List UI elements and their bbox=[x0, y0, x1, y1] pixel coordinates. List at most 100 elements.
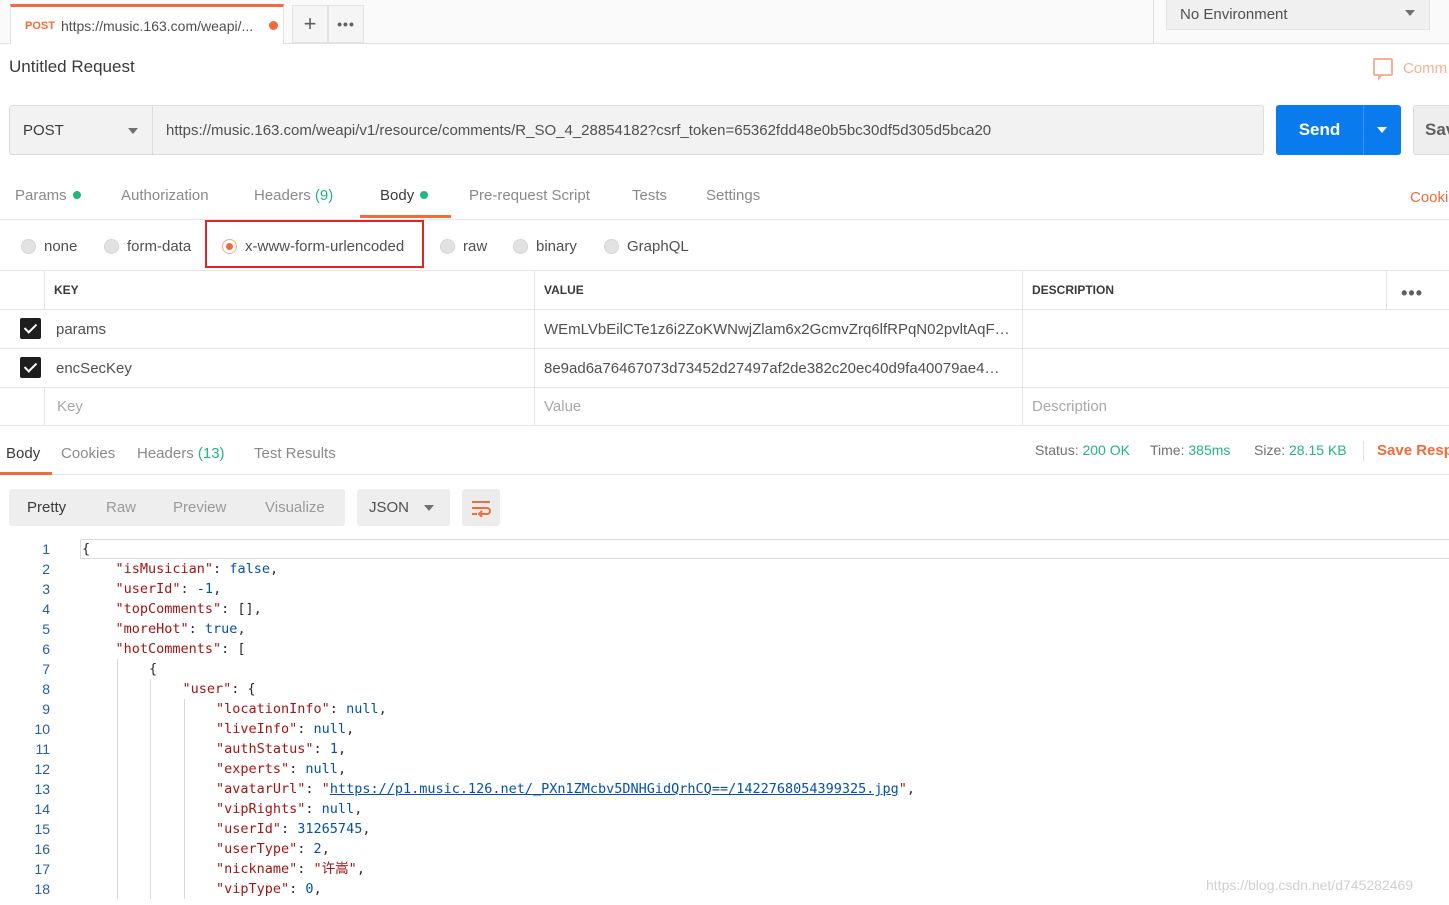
method-select[interactable]: POST bbox=[9, 105, 153, 155]
code-token: "topComments" bbox=[115, 601, 222, 617]
tab-label: Pre-request Script bbox=[469, 187, 590, 204]
indent-guide bbox=[150, 819, 151, 839]
response-code-viewer[interactable]: 1{2 "isMusician": false, 3 "userId": -1, 4 "t… bbox=[0, 539, 1449, 905]
view-preview-button[interactable]: Preview bbox=[173, 499, 226, 516]
view-visualize-button[interactable]: Visualize bbox=[265, 499, 325, 516]
indent-guide bbox=[183, 779, 185, 799]
radio-icon bbox=[104, 239, 119, 254]
new-key-input[interactable]: Key bbox=[44, 388, 534, 425]
row-description[interactable] bbox=[1022, 349, 1449, 387]
save-button[interactable]: Save bbox=[1413, 105, 1449, 155]
tab-settings[interactable]: Settings bbox=[706, 187, 760, 204]
new-description-input[interactable]: Description bbox=[1022, 388, 1449, 425]
line-number: 17 bbox=[34, 861, 50, 877]
line-number: 2 bbox=[42, 561, 50, 577]
code-line: 1{ bbox=[0, 539, 1449, 559]
row-checkbox[interactable] bbox=[20, 357, 41, 378]
resp-tab-test-results[interactable]: Test Results bbox=[254, 445, 336, 462]
table-options-button[interactable]: ••• bbox=[1386, 271, 1449, 309]
active-tab-indicator bbox=[0, 472, 52, 475]
code-token: "locationInfo" bbox=[216, 701, 330, 717]
code-line: 16 "userType": 2, bbox=[0, 839, 1449, 859]
comment-icon[interactable] bbox=[1373, 58, 1393, 81]
line-number: 4 bbox=[42, 601, 50, 617]
view-raw-button[interactable]: Raw bbox=[106, 499, 136, 516]
code-line: 12 "experts": null, bbox=[0, 759, 1449, 779]
resp-tab-cookies[interactable]: Cookies bbox=[61, 445, 115, 462]
body-type-binary[interactable]: binary bbox=[513, 238, 577, 255]
code-token: 0 bbox=[305, 881, 314, 897]
line-text: "hotComments": [ bbox=[116, 639, 246, 659]
body-type-raw[interactable]: raw bbox=[440, 238, 487, 255]
row-key[interactable]: encSecKey bbox=[44, 349, 534, 387]
response-time[interactable]: Time: 385ms bbox=[1150, 442, 1230, 458]
indent-guide bbox=[183, 879, 185, 899]
tab-tests[interactable]: Tests bbox=[632, 187, 667, 204]
active-dot-icon bbox=[420, 191, 429, 199]
send-button[interactable]: Send bbox=[1276, 105, 1363, 155]
url-text: https://music.163.com/weapi/v1/resource/… bbox=[166, 121, 992, 139]
cookies-link[interactable]: Cookies bbox=[1410, 189, 1449, 206]
row-value[interactable]: WEmLVbEilCTe1z6i2ZoKWNwjZlam6x2GcmvZrq6l… bbox=[534, 310, 1022, 348]
resp-tab-headers[interactable]: Headers (13) bbox=[137, 445, 225, 462]
code-line: 13 "avatarUrl": "https://p1.music.126.net… bbox=[0, 779, 1449, 799]
line-number: 12 bbox=[34, 761, 50, 777]
radio-label: form-data bbox=[127, 238, 192, 255]
environment-label: No Environment bbox=[1180, 6, 1288, 23]
row-value[interactable]: 8e9ad6a76467073d73452d27497af2de382c20ec… bbox=[534, 349, 1022, 387]
format-select[interactable]: JSON bbox=[357, 489, 450, 526]
url-input[interactable]: https://music.163.com/weapi/v1/resource/… bbox=[152, 105, 1264, 155]
tab-label: Headers bbox=[137, 445, 194, 462]
comments-button[interactable]: Comm bbox=[1403, 60, 1447, 77]
code-token: : bbox=[289, 881, 306, 897]
radio-label: raw bbox=[463, 238, 488, 255]
tab-authorization[interactable]: Authorization bbox=[121, 187, 209, 204]
indent-guide bbox=[116, 879, 118, 899]
row-checkbox[interactable] bbox=[20, 318, 41, 339]
line-number: 3 bbox=[42, 581, 50, 597]
code-token: { bbox=[82, 541, 91, 557]
tab-pre-request-script[interactable]: Pre-request Script bbox=[469, 187, 590, 204]
row-description[interactable] bbox=[1022, 310, 1449, 348]
tab-label: Tests bbox=[632, 187, 668, 204]
response-status[interactable]: Status: 200 OK bbox=[1035, 442, 1130, 458]
body-type-none[interactable]: none bbox=[21, 238, 77, 255]
tab-options-button[interactable]: ••• bbox=[328, 5, 364, 43]
table-row-new: Key Value Description bbox=[0, 388, 1449, 426]
indent-guide bbox=[116, 759, 118, 779]
save-response-button[interactable]: Save Resp bbox=[1377, 442, 1449, 459]
line-number: 15 bbox=[34, 821, 50, 837]
code-token: , bbox=[337, 761, 347, 777]
environment-select[interactable]: No Environment bbox=[1166, 0, 1430, 30]
request-tab[interactable]: POST https://music.163.com/weapi/... bbox=[10, 4, 284, 44]
send-options-button[interactable] bbox=[1363, 105, 1401, 155]
chevron-down-icon bbox=[128, 128, 138, 134]
line-text: "liveInfo": null, bbox=[216, 719, 354, 739]
resp-tab-body[interactable]: Body bbox=[6, 445, 40, 462]
wrap-lines-button[interactable] bbox=[462, 489, 500, 526]
divider bbox=[1363, 441, 1364, 461]
tab-count: (13) bbox=[197, 445, 225, 462]
url-link[interactable]: https://p1.music.126.net/_PXn1ZMcbv5DNHG… bbox=[330, 781, 899, 797]
tab-body[interactable]: Body bbox=[380, 187, 429, 204]
code-token: null bbox=[305, 761, 338, 777]
body-type-form-data[interactable]: form-data bbox=[104, 238, 191, 255]
indent-guide bbox=[116, 779, 118, 799]
new-tab-button[interactable]: + bbox=[292, 5, 328, 43]
row-key[interactable]: params bbox=[44, 310, 534, 348]
line-number: 11 bbox=[35, 741, 50, 757]
view-pretty-button[interactable]: Pretty bbox=[27, 499, 66, 516]
new-value-input[interactable]: Value bbox=[534, 388, 1022, 425]
code-line: 2 "isMusician": false, bbox=[0, 559, 1449, 579]
indent-guide bbox=[183, 799, 185, 819]
body-type-graphql[interactable]: GraphQL bbox=[604, 238, 689, 255]
line-text: "vipType": 0, bbox=[216, 879, 322, 899]
code-token: , bbox=[346, 721, 355, 737]
response-size[interactable]: Size: 28.15 KB bbox=[1254, 442, 1347, 458]
code-token: : bbox=[297, 721, 314, 737]
request-title[interactable]: Untitled Request bbox=[9, 57, 135, 77]
more-icon: ••• bbox=[1401, 283, 1423, 303]
tab-headers[interactable]: Headers (9) bbox=[254, 187, 333, 204]
tab-params[interactable]: Params bbox=[15, 187, 81, 204]
time-value: 385ms bbox=[1188, 442, 1231, 458]
